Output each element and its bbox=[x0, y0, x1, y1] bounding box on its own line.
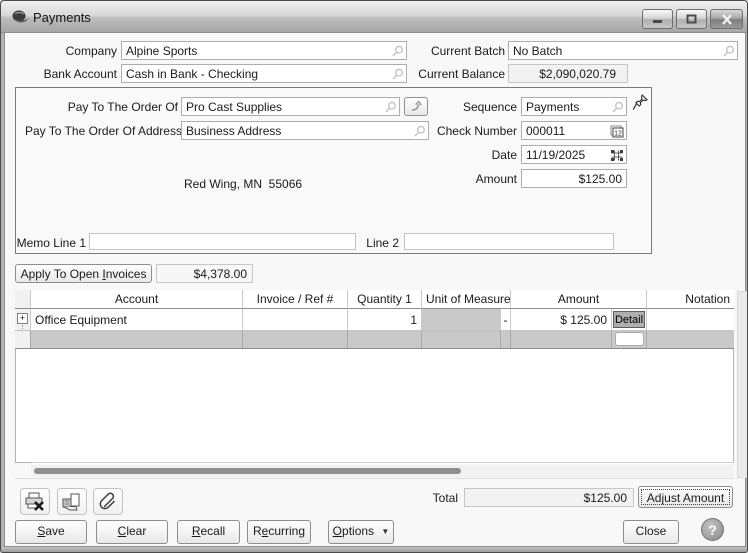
recall-button[interactable]: Recall bbox=[177, 520, 240, 544]
cell-notation[interactable] bbox=[647, 309, 734, 331]
date-label: Date bbox=[421, 148, 517, 162]
options-dropdown-icon: ▼ bbox=[381, 527, 389, 536]
bank-account-lookup-icon[interactable] bbox=[391, 68, 404, 81]
grid-corner-cell bbox=[15, 290, 31, 309]
cell-unit-of-measure bbox=[422, 309, 501, 331]
paperclip-icon bbox=[97, 491, 119, 513]
row-expander-icon[interactable]: + bbox=[17, 313, 28, 324]
payee-city-state-zip: Red Wing, MN 55066 bbox=[184, 177, 304, 191]
pay-to-lookup-icon[interactable] bbox=[384, 101, 397, 114]
window-title: Payments bbox=[33, 10, 91, 25]
void-check-icon bbox=[24, 492, 46, 512]
row2-header-cell[interactable] bbox=[15, 331, 31, 349]
payments-app-icon bbox=[11, 9, 30, 25]
sequence-field[interactable]: Payments bbox=[521, 97, 627, 116]
grid-vertical-scrollbar[interactable] bbox=[737, 291, 748, 478]
window-bottom-frame bbox=[1, 547, 748, 553]
company-lookup-icon[interactable] bbox=[391, 45, 404, 58]
row2-detail bbox=[612, 331, 647, 349]
restore-icon bbox=[686, 14, 697, 24]
row2-amount[interactable] bbox=[511, 331, 612, 349]
memo-line1-field[interactable] bbox=[89, 233, 356, 250]
memo-line2-label: Line 2 bbox=[363, 236, 399, 250]
open-invoices-total: $4,378.00 bbox=[156, 264, 253, 283]
cell-quantity[interactable]: 1 bbox=[348, 309, 422, 331]
date-field[interactable]: 11/19/2025 bbox=[521, 145, 627, 164]
pay-to-address-label: Pay To The Order Of Address bbox=[25, 124, 178, 138]
row2-account[interactable] bbox=[31, 331, 243, 349]
pay-to-field[interactable]: Pro Cast Supplies bbox=[181, 97, 400, 116]
col-header-amount[interactable]: Amount bbox=[511, 290, 647, 309]
pay-to-address-field[interactable]: Business Address bbox=[181, 121, 429, 140]
auto-number-icon[interactable]: 12 bbox=[609, 125, 624, 139]
total-value: $125.00 bbox=[464, 488, 634, 507]
pin-sequence-icon[interactable] bbox=[632, 94, 649, 112]
title-bar[interactable]: Payments bbox=[1, 1, 748, 33]
grid-bottom-groove bbox=[31, 462, 734, 464]
minimize-icon bbox=[652, 15, 663, 24]
pay-to-label: Pay To The Order Of bbox=[25, 100, 178, 114]
check-number-field[interactable]: 000011 12 bbox=[521, 121, 627, 140]
close-button[interactable]: Close bbox=[623, 520, 679, 544]
row-header-cell[interactable]: + bbox=[15, 309, 31, 331]
adjust-amount-button[interactable]: Adjust Amount bbox=[638, 486, 733, 508]
company-field[interactable]: Alpine Sports bbox=[121, 41, 407, 60]
col-header-account[interactable]: Account bbox=[31, 290, 243, 309]
cell-uom-separator: - bbox=[501, 309, 511, 331]
memo-line1-label: Memo Line 1 bbox=[11, 236, 86, 250]
detail-button[interactable]: Detail bbox=[613, 311, 645, 328]
close-icon bbox=[721, 14, 733, 25]
amount-label: Amount bbox=[421, 172, 517, 186]
restore-button[interactable] bbox=[676, 9, 707, 29]
calendar-icon[interactable] bbox=[610, 149, 624, 162]
sequence-label: Sequence bbox=[421, 100, 517, 114]
col-header-quantity[interactable]: Quantity 1 bbox=[348, 290, 422, 309]
row2-detail-box[interactable] bbox=[615, 332, 644, 346]
apply-to-open-invoices-button[interactable]: Apply To Open Invoices bbox=[15, 264, 152, 283]
footer-divider bbox=[15, 478, 734, 479]
row2-quantity[interactable] bbox=[348, 331, 422, 349]
close-window-button[interactable] bbox=[710, 9, 743, 29]
bank-account-label: Bank Account bbox=[21, 67, 117, 81]
cell-amount[interactable]: $ 125.00 bbox=[511, 309, 612, 331]
options-label: Options bbox=[333, 524, 374, 538]
current-batch-field[interactable]: No Batch bbox=[508, 41, 738, 60]
recurring-button[interactable]: Recurring bbox=[247, 520, 311, 544]
help-button[interactable]: ? bbox=[701, 518, 724, 541]
grid-horizontal-scrollbar[interactable] bbox=[31, 465, 734, 477]
minimize-button[interactable] bbox=[642, 9, 673, 29]
cell-detail: Detail bbox=[612, 309, 647, 331]
save-button[interactable]: Save bbox=[15, 520, 87, 544]
cell-invoice-ref[interactable] bbox=[243, 309, 348, 331]
print-check-button[interactable] bbox=[57, 488, 87, 515]
bank-account-field[interactable]: Cash in Bank - Checking bbox=[121, 64, 407, 83]
col-header-invoice-ref[interactable]: Invoice / Ref # bbox=[243, 290, 348, 309]
cell-account[interactable]: Office Equipment bbox=[31, 309, 243, 331]
current-balance-value: $2,090,020.79 bbox=[508, 64, 628, 83]
options-button[interactable]: Options ▼ bbox=[328, 520, 394, 544]
row2-unit-of-measure bbox=[422, 331, 501, 349]
row2-uom-separator bbox=[501, 331, 511, 349]
total-label: Total bbox=[410, 491, 458, 505]
payments-window: Payments Company Alpine Sports Current B… bbox=[0, 0, 748, 553]
current-batch-label: Current Batch bbox=[409, 44, 505, 58]
current-balance-label: Current Balance bbox=[409, 67, 505, 81]
current-batch-lookup-icon[interactable] bbox=[722, 45, 735, 58]
hscroll-thumb[interactable] bbox=[34, 468, 461, 474]
void-check-button[interactable] bbox=[20, 488, 50, 515]
row2-notation[interactable] bbox=[647, 331, 734, 349]
amount-field[interactable]: $125.00 bbox=[521, 169, 627, 188]
memo-line2-field[interactable] bbox=[404, 233, 614, 250]
check-number-label: Check Number bbox=[421, 124, 517, 138]
svg-text:12: 12 bbox=[614, 131, 622, 138]
row2-invoice-ref[interactable] bbox=[243, 331, 348, 349]
col-header-notation[interactable]: Notation bbox=[647, 290, 734, 309]
sequence-lookup-icon[interactable] bbox=[611, 101, 624, 114]
col-header-unit-of-measure[interactable]: Unit of Measure bbox=[422, 290, 511, 309]
clear-button[interactable]: Clear bbox=[96, 520, 168, 544]
company-label: Company bbox=[21, 44, 117, 58]
print-check-icon bbox=[61, 492, 83, 512]
attachments-button[interactable] bbox=[93, 488, 123, 515]
